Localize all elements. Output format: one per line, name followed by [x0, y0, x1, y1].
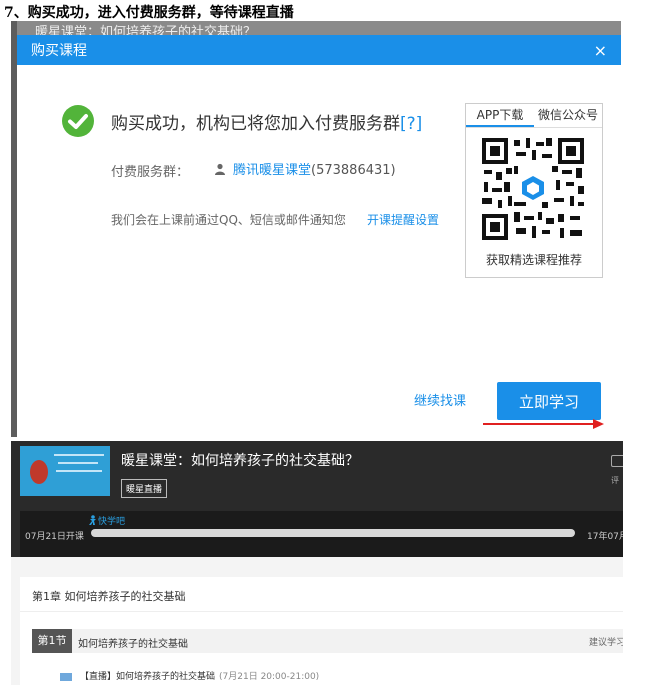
close-icon[interactable]: ×: [594, 41, 607, 60]
thumbnail-text-line: [56, 470, 102, 472]
pointer-arrow-icon: [483, 419, 604, 429]
qr-tabs: APP下载 微信公众号: [466, 104, 602, 128]
section-name: 如何培养孩子的社交基础: [78, 639, 188, 650]
purchase-screenshot: 暖星课堂：如何培养孩子的社交基础？ 购买课程 × 购买成功，机构已将您加入付费服…: [11, 21, 621, 437]
section-row[interactable]: 第1节 如何培养孩子的社交基础 建议学习: [32, 629, 623, 653]
purchase-dialog: 购买课程 × 购买成功，机构已将您加入付费服务群[?] 付费服务群： 腾讯暖星课…: [17, 35, 621, 437]
qr-code-image: [480, 136, 586, 242]
reminder-settings-link[interactable]: 开课提醒设置: [367, 211, 439, 228]
success-text: 购买成功，机构已将您加入付费服务群: [111, 114, 400, 134]
comment-label: 评: [611, 476, 619, 485]
qr-panel: APP下载 微信公众号 获取精选课程推荐: [465, 103, 603, 278]
course-tag: 暖星直播: [121, 479, 168, 498]
course-progress-bar: [91, 529, 575, 537]
video-icon: [60, 672, 72, 681]
notify-text: 我们会在上课前通过QQ、短信或邮件通知您: [111, 213, 346, 227]
course-start-date: 07月21日开课: [25, 532, 84, 542]
group-label: 付费服务群：: [111, 165, 190, 180]
lesson-time: (7月21日 20:00-21:00): [219, 672, 320, 682]
group-number: (573886431): [311, 163, 396, 178]
dialog-header: 购买课程 ×: [17, 35, 621, 65]
thumbnail-figure: [30, 460, 48, 484]
success-message: 购买成功，机构已将您加入付费服务群[?]: [111, 109, 422, 134]
success-check-icon: [62, 105, 94, 137]
thumbnail-text-line: [54, 454, 104, 456]
comment-icon[interactable]: [611, 455, 623, 467]
tab-wechat-account[interactable]: 微信公众号: [534, 104, 602, 127]
thumbnail-text-line: [58, 462, 98, 464]
lesson-label: 【直播】如何培养孩子的社交基础: [80, 672, 216, 682]
document-heading: 7、购买成功，进入付费服务群，等待课程直播: [4, 5, 294, 21]
chapter-panel: 第1章 如何培养孩子的社交基础 第1节 如何培养孩子的社交基础 建议学习 【直播…: [20, 577, 623, 685]
help-link[interactable]: [?]: [400, 114, 422, 134]
user-icon: [215, 163, 225, 175]
course-page-screenshot: 暖星课堂：如何培养孩子的社交基础？ 暖星直播 评 快学吧 07月21日开课 17…: [11, 441, 623, 685]
course-thumbnail[interactable]: [20, 446, 110, 496]
section-badge: 第1节: [32, 629, 72, 653]
continue-browsing-link[interactable]: 继续找课: [414, 390, 466, 409]
course-end-date: 17年07月: [587, 532, 623, 542]
qr-caption: 获取精选课程推荐: [485, 253, 582, 267]
chapter-title: 第1章 如何培养孩子的社交基础: [32, 590, 186, 603]
group-link[interactable]: 腾讯暖星课堂(573886431): [233, 160, 401, 181]
progress-marker-label: 快学吧: [98, 517, 126, 527]
dialog-title: 购买课程: [31, 43, 87, 59]
lesson-row[interactable]: 【直播】如何培养孩子的社交基础 (7月21日 20:00-21:00): [60, 669, 319, 682]
group-name[interactable]: 腾讯暖星课堂: [233, 163, 311, 178]
runner-icon: [89, 515, 96, 525]
section-hint: 建议学习: [589, 638, 623, 648]
chapter-divider: [20, 611, 623, 612]
course-title: 暖星课堂：如何培养孩子的社交基础？: [121, 453, 359, 469]
tab-app-download[interactable]: APP下载: [466, 104, 534, 127]
start-learning-button[interactable]: 立即学习: [497, 382, 601, 420]
course-header: 暖星课堂：如何培养孩子的社交基础？ 暖星直播 评 快学吧 07月21日开课 17…: [11, 441, 623, 557]
